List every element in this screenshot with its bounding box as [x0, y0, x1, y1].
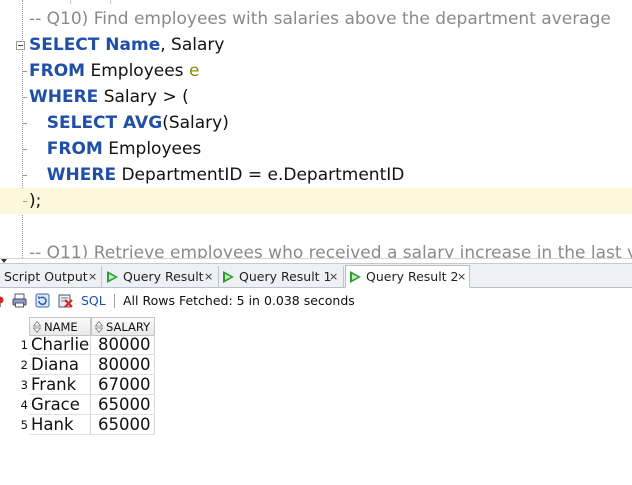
cell-name[interactable]: Grace — [29, 395, 91, 415]
tab-query-result[interactable]: Query Result × — [103, 266, 219, 288]
close-icon[interactable]: × — [204, 266, 213, 288]
close-icon[interactable]: × — [88, 266, 97, 288]
sql-keyword: AVG — [117, 113, 163, 133]
sort-icon[interactable] — [95, 321, 103, 333]
fold-collapse-icon[interactable] — [16, 41, 25, 50]
tab-label: Script Output — [4, 269, 88, 284]
refresh-icon[interactable] — [35, 293, 50, 308]
sql-keyword: SELECT — [29, 35, 100, 55]
code-text: -- Q10) Find employees with salaries abo… — [29, 6, 611, 32]
export-icon[interactable] — [58, 293, 73, 308]
code-text: WHERE DepartmentID = e.DepartmentID — [29, 162, 405, 188]
row-number: 2 — [20, 358, 28, 372]
result-tabbar: Script Output × Query Result × Query Res… — [0, 264, 632, 288]
editor-top-ruler — [0, 0, 632, 4]
run-query-icon — [350, 271, 361, 283]
tab-label: Query Result 2 — [366, 269, 459, 284]
close-icon[interactable]: × — [457, 266, 466, 288]
fold-guide — [23, 123, 27, 124]
result-toolbar: SQL All Rows Fetched: 5 in 0.038 seconds — [0, 289, 632, 313]
sql-token: Employees — [102, 139, 202, 159]
sql-keyword: FROM — [29, 139, 103, 159]
sql-comment-line[interactable]: -- Q10) Find employees with salaries abo… — [0, 6, 632, 32]
tab-query-result-1[interactable]: Query Result 1 × — [219, 266, 344, 288]
tab-label: Query Result — [123, 269, 204, 284]
sql-token: Salary > ( — [98, 87, 189, 107]
cell-salary[interactable]: 65000 — [91, 395, 155, 415]
fold-guide — [23, 149, 27, 150]
column-header-name[interactable]: NAME — [29, 317, 91, 336]
toolbar-divider — [114, 294, 115, 308]
column-header-salary[interactable]: SALARY — [91, 317, 155, 336]
code-line[interactable]: WHERE DepartmentID = e.DepartmentID — [0, 162, 632, 188]
sql-token: DepartmentID = e.DepartmentID — [116, 165, 405, 185]
code-line[interactable]: ); — [0, 188, 632, 214]
sql-comment: -- Q11) Retrieve employees who received … — [29, 243, 632, 258]
code-line[interactable]: FROM Employees e — [0, 58, 632, 84]
code-line[interactable]: FROM Employees — [0, 136, 632, 162]
sql-keyword: Name — [99, 35, 161, 55]
tab-label: Query Result 1 — [239, 269, 332, 284]
cell-salary[interactable]: 80000 — [91, 335, 155, 355]
code-line[interactable]: WHERE Salary > ( — [0, 84, 632, 110]
cell-salary[interactable]: 80000 — [91, 355, 155, 375]
close-icon[interactable]: × — [329, 266, 338, 288]
code-line[interactable] — [0, 214, 632, 240]
cell-name[interactable]: Frank — [29, 375, 91, 395]
tab-script-output[interactable]: Script Output × — [0, 266, 102, 288]
fold-guide — [23, 97, 27, 98]
row-number: 1 — [20, 338, 28, 352]
cell-name[interactable]: Charlie — [29, 335, 91, 355]
pin-icon[interactable] — [0, 293, 9, 308]
sql-token: e — [188, 61, 200, 81]
sql-comment-line[interactable]: -- Q11) Retrieve employees who received … — [0, 240, 632, 258]
result-grid: NAME SALARY 1 Charlie 80000 2 Diana 8000… — [0, 314, 632, 485]
code-text: SELECT AVG(Salary) — [29, 110, 229, 136]
sql-keyword: FROM — [29, 61, 86, 81]
row-number: 4 — [20, 398, 28, 412]
sort-icon[interactable] — [33, 321, 41, 333]
run-query-icon — [107, 271, 118, 283]
sql-keyword: WHERE — [29, 87, 99, 107]
cell-salary[interactable]: 65000 — [91, 415, 155, 435]
sql-token: ); — [29, 191, 42, 211]
sql-editor[interactable]: -- Q10) Find employees with salaries abo… — [0, 0, 632, 258]
sql-comment: -- Q10) Find employees with salaries abo… — [29, 9, 611, 29]
collapse-arrow-icon[interactable] — [1, 259, 7, 263]
code-text: SELECT Name, Salary — [29, 32, 224, 58]
row-number: 5 — [20, 418, 28, 432]
code-text: WHERE Salary > ( — [29, 84, 189, 110]
tab-query-result-2[interactable]: Query Result 2 × — [345, 265, 470, 288]
fetch-status: All Rows Fetched: 5 in 0.038 seconds — [123, 293, 355, 308]
sql-token: (Salary) — [162, 113, 229, 133]
code-line[interactable]: SELECT AVG(Salary) — [0, 110, 632, 136]
cell-name[interactable]: Hank — [29, 415, 91, 435]
cell-salary[interactable]: 67000 — [91, 375, 155, 395]
code-text: -- Q11) Retrieve employees who received … — [29, 240, 632, 258]
run-query-icon — [223, 271, 234, 283]
cell-name[interactable]: Diana — [29, 355, 91, 375]
fold-guide — [23, 71, 27, 72]
code-text: ); — [29, 188, 41, 214]
sql-keyword: SELECT — [29, 113, 118, 133]
row-number: 3 — [20, 378, 28, 392]
sql-token: Employees — [85, 61, 189, 81]
sql-link[interactable]: SQL — [81, 289, 106, 313]
code-text: FROM Employees e — [29, 58, 199, 84]
code-line[interactable]: SELECT Name, Salary — [0, 32, 632, 58]
print-icon[interactable] — [12, 293, 27, 308]
fold-guide — [23, 201, 27, 202]
sql-keyword: WHERE — [29, 165, 117, 185]
sql-token: , Salary — [160, 35, 225, 55]
code-text: FROM Employees — [29, 136, 202, 162]
fold-guide — [23, 175, 27, 176]
